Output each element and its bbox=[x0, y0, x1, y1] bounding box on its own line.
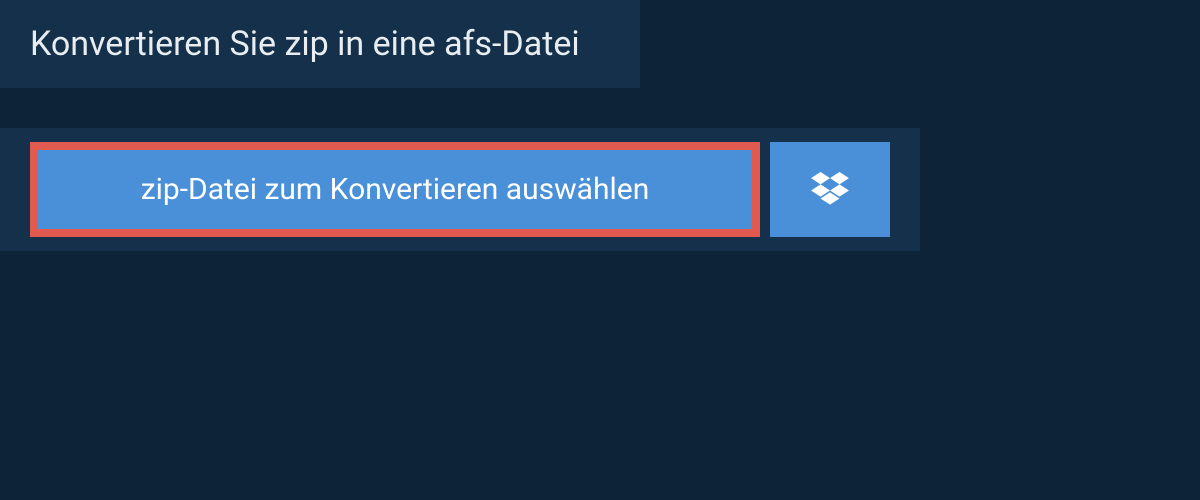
dropbox-button[interactable] bbox=[770, 142, 890, 237]
select-file-label: zip-Datei zum Konvertieren auswählen bbox=[141, 172, 650, 207]
title-bar: Konvertieren Sie zip in eine afs-Datei bbox=[0, 0, 640, 88]
select-file-button[interactable]: zip-Datei zum Konvertieren auswählen bbox=[30, 142, 760, 237]
dropbox-icon bbox=[811, 172, 849, 208]
page-title: Konvertieren Sie zip in eine afs-Datei bbox=[30, 24, 610, 64]
action-row: zip-Datei zum Konvertieren auswählen bbox=[0, 128, 920, 251]
converter-panel: Konvertieren Sie zip in eine afs-Datei z… bbox=[0, 0, 1200, 251]
